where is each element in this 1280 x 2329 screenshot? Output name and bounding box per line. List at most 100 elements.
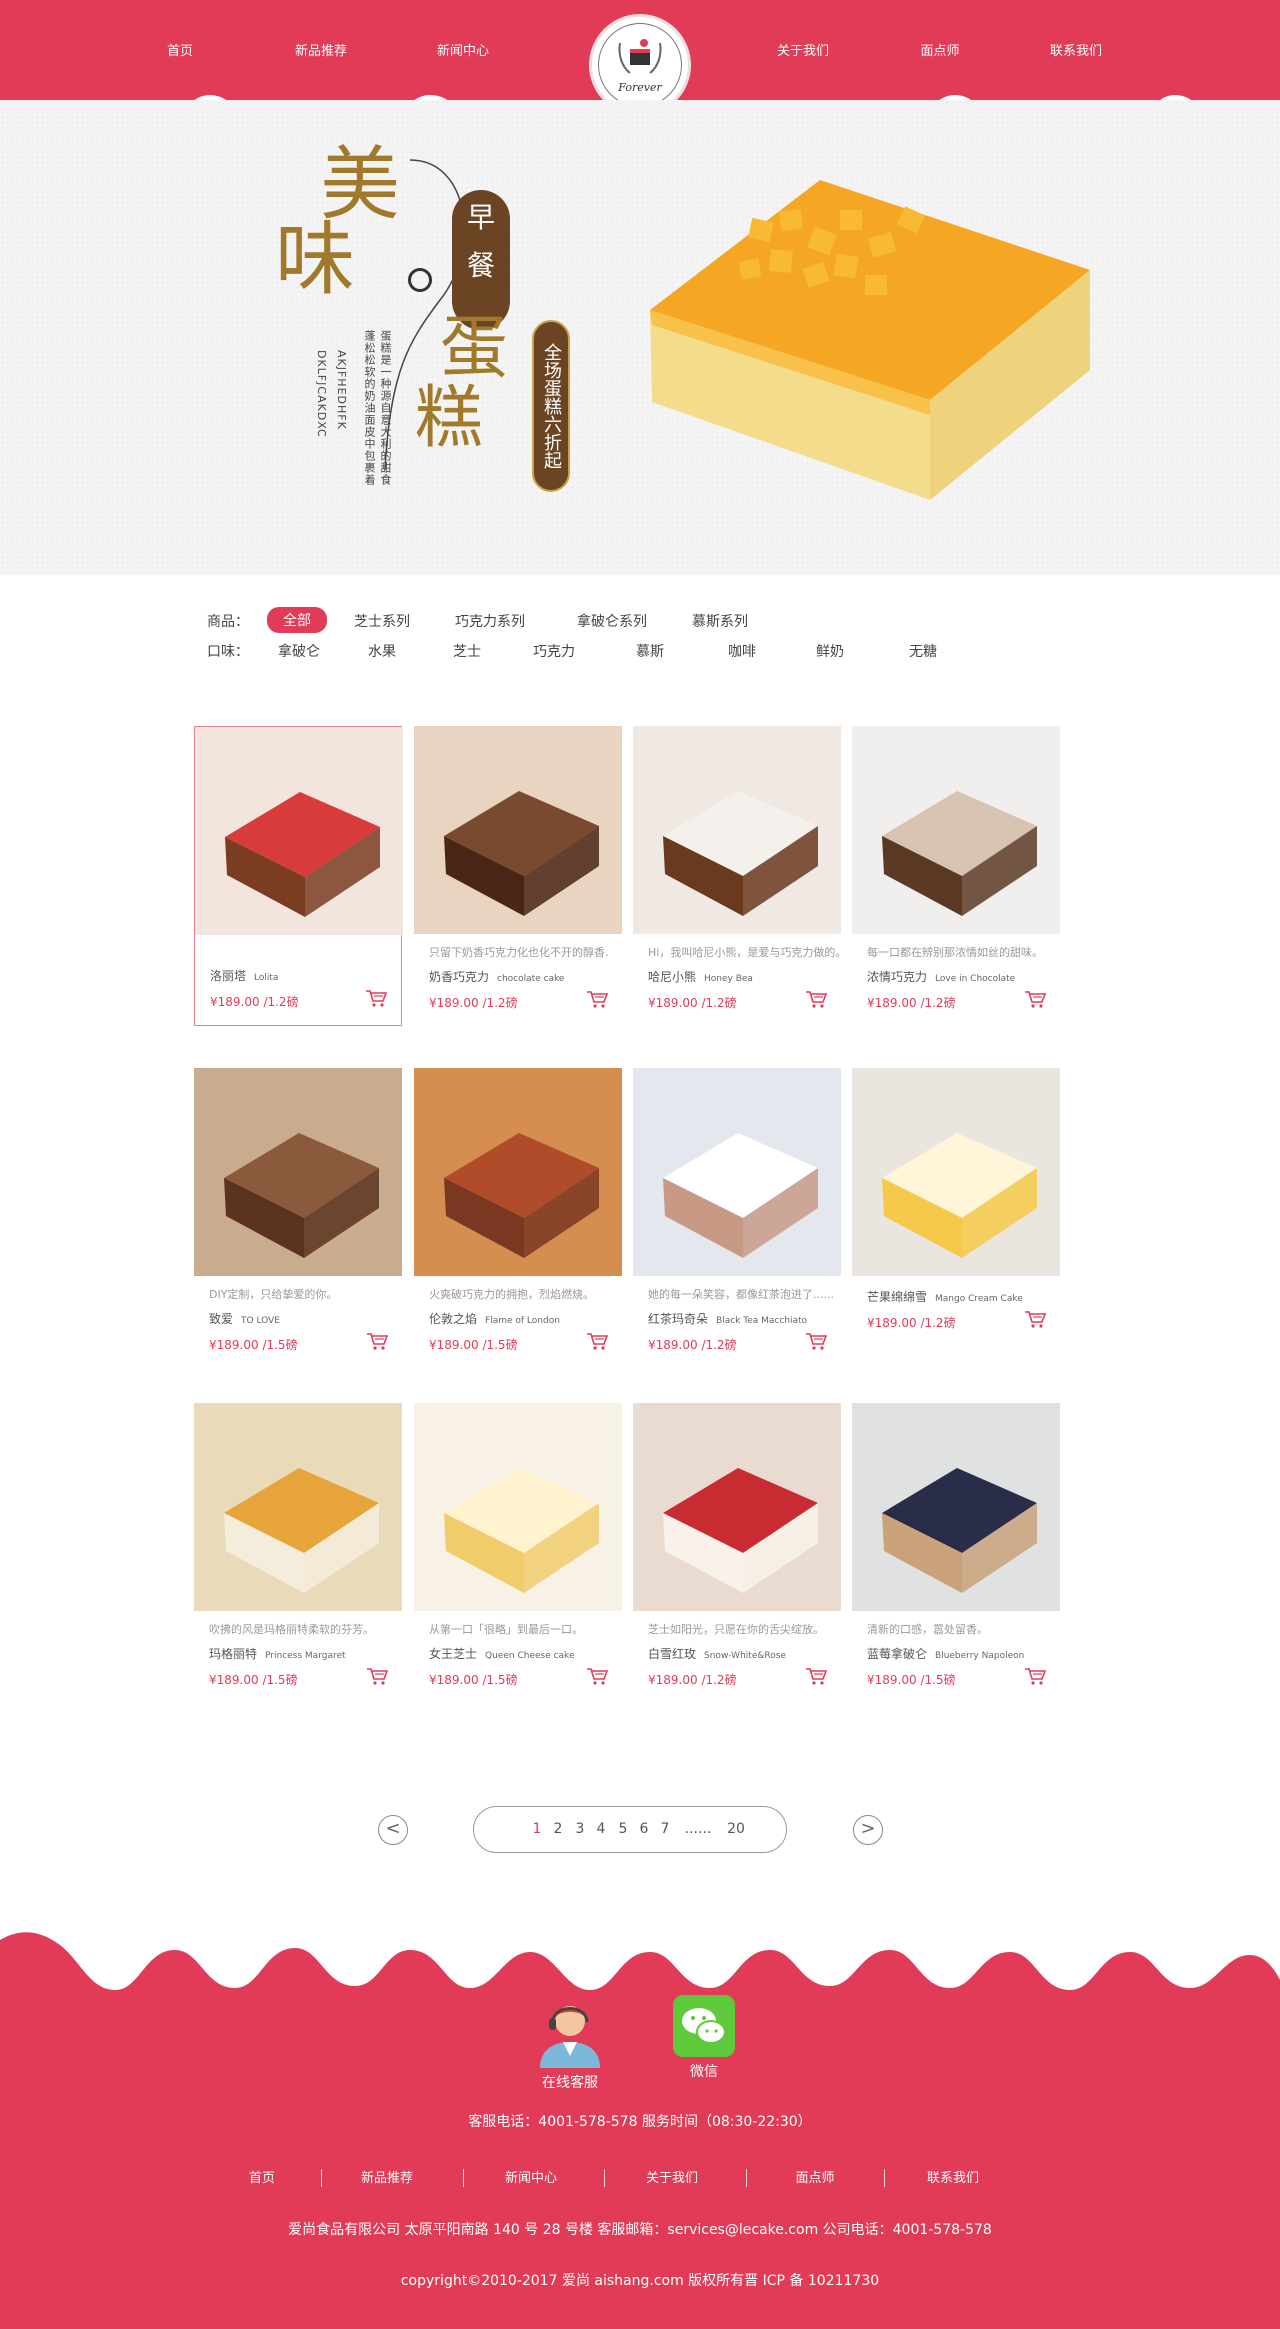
product-name-en: Lolita [254,973,279,983]
product-image[interactable] [414,726,622,934]
product-card[interactable]: 只留下奶香巧克力化也化不开的醇香. 奶香巧克力 chocolate cake ¥189… [414,726,622,1014]
cake-illustration [852,1068,1060,1276]
footer-nav-home[interactable]: 首页 [249,2167,275,2186]
cart-icon[interactable] [1024,990,1047,1008]
service-phone-line: 客服电话：4001-578-578 服务时间（08:30-22:30） [468,2114,812,2130]
taste-filter-napoleon[interactable]: 拿破仑 [278,641,320,661]
product-name[interactable]: 伦敦之焰 Flame of London [429,1310,560,1327]
taste-filter-coffee[interactable]: 咖啡 [728,641,756,661]
product-name-cn: 浓情巧克力 [867,970,928,984]
goods-filter-mousse[interactable]: 慕斯系列 [692,611,748,631]
online-service[interactable]: 在线客服 [530,1994,610,2092]
customer-service-icon [540,2006,600,2068]
cart-icon[interactable] [586,990,609,1008]
goods-filter-all[interactable]: 全部 [267,607,327,633]
page-20[interactable]: 20 [727,1821,745,1837]
cart-icon[interactable] [365,989,388,1007]
prev-page-button[interactable]: < [378,1815,408,1845]
cake-illustration [194,1403,402,1611]
page-1[interactable]: 1 [533,1821,542,1837]
product-image[interactable] [414,1068,622,1276]
cart-icon[interactable] [366,1667,389,1685]
product-card[interactable]: DIY定制，只给挚爱的你。 致爱 TO LOVE ¥189.00 /1.5磅 [194,1068,402,1356]
footer-nav-about[interactable]: 关于我们 [646,2167,698,2186]
next-page-button[interactable]: > [853,1815,883,1845]
product-image[interactable] [633,1403,841,1611]
taste-filter-chocolate[interactable]: 巧克力 [533,641,575,661]
cart-icon[interactable] [805,1667,828,1685]
nav-contact[interactable]: 联系我们 [1050,40,1102,59]
cake-logo-icon [618,39,662,74]
banner-char-gao: 糕 [415,379,484,458]
breakfast-char-1: 早 [466,201,495,234]
nav-new-products[interactable]: 新品推荐 [295,40,347,59]
product-name-cn: 白雪红玫 [648,1647,697,1661]
product-image[interactable] [414,1403,622,1611]
product-image[interactable] [194,1068,402,1276]
cake-illustration [414,1068,622,1276]
goods-filter-napoleon[interactable]: 拿破仑系列 [577,611,647,631]
product-name-en: Blueberry Napoleon [935,1651,1025,1661]
goods-filter-chocolate[interactable]: 巧克力系列 [455,611,525,631]
page-3[interactable]: 3 [576,1821,585,1837]
cart-icon[interactable] [805,1332,828,1350]
cart-icon[interactable] [1024,1667,1047,1685]
product-card[interactable]: 她的每一朵笑容，都像红茶泡进了...... 红茶玛奇朵 Black Tea Macc… [633,1068,841,1356]
cart-icon[interactable] [586,1667,609,1685]
product-image[interactable] [194,1403,402,1611]
product-name[interactable]: 玛格丽特 Princess Margaret [209,1645,346,1662]
footer-nav-news[interactable]: 新闻中心 [505,2167,557,2186]
product-card[interactable]: 吹拂的风是玛格丽特柔软的芬芳。 玛格丽特 Princess Margaret ¥189… [194,1403,402,1691]
wechat[interactable]: 微信 [664,1995,744,2081]
page-4[interactable]: 4 [597,1821,606,1837]
cart-icon[interactable] [1024,1310,1047,1328]
cart-icon[interactable] [805,990,828,1008]
page-5[interactable]: 5 [619,1821,628,1837]
footer-nav-pastry-chef[interactable]: 面点师 [795,2167,834,2186]
product-card[interactable]: 芝士如阳光，只愿在你的舌尖绽放。 白雪红玫 Snow-White&Rose ¥189.… [633,1403,841,1691]
page-2[interactable]: 2 [554,1821,563,1837]
product-image[interactable] [195,727,403,935]
product-image[interactable] [852,1403,1060,1611]
product-name-cn: 女王芝士 [429,1647,478,1661]
product-name[interactable]: 白雪红玫 Snow-White&Rose [648,1645,786,1662]
product-name[interactable]: 红茶玛奇朵 Black Tea Macchiato [648,1310,807,1327]
cart-icon[interactable] [586,1332,609,1350]
footer-nav-contact[interactable]: 联系我们 [927,2167,979,2186]
nav-pastry-chef[interactable]: 面点师 [920,40,959,59]
product-name[interactable]: 哈尼小熊 Honey Bea [648,968,753,985]
page-6[interactable]: 6 [640,1821,649,1837]
cart-icon[interactable] [366,1332,389,1350]
taste-filter-mousse[interactable]: 慕斯 [636,641,664,661]
product-card[interactable]: 清新的口感，嚣处留香。 蓝莓拿破仑 Blueberry Napoleon ¥189.0… [852,1403,1060,1691]
nav-news[interactable]: 新闻中心 [437,40,489,59]
nav-home[interactable]: 首页 [167,40,193,59]
product-image[interactable] [633,1068,841,1276]
breakfast-char-2: 餐 [466,249,495,282]
footer-nav-new-products[interactable]: 新品推荐 [361,2167,413,2186]
taste-filter-cheese[interactable]: 芝士 [453,641,481,661]
cake-illustration [414,1403,622,1611]
product-image[interactable] [852,726,1060,934]
product-image[interactable] [852,1068,1060,1276]
product-card[interactable]: 从第一口「很略」到最后一口。 女王芝士 Queen Cheese cake ¥189.… [414,1403,622,1691]
taste-filter-fruit[interactable]: 水果 [368,641,396,661]
product-name[interactable]: 致爱 TO LOVE [209,1310,280,1327]
product-name[interactable]: 女王芝士 Queen Cheese cake [429,1645,574,1662]
taste-filter-sugar-free[interactable]: 无糖 [909,641,937,661]
nav-about[interactable]: 关于我们 [777,40,829,59]
product-name[interactable]: 洛丽塔 Lolita [210,967,278,984]
taste-filter-milk[interactable]: 鲜奶 [816,641,844,661]
goods-filter-cheese[interactable]: 芝士系列 [354,611,410,631]
product-card[interactable]: 每一口都在辨别那浓情如丝的甜味。 浓情巧克力 Love in Chocolate ¥1… [852,726,1060,1014]
product-card[interactable]: 洛丽塔 Lolita ¥189.00 /1.2磅 [194,726,403,1026]
product-name[interactable]: 奶香巧克力 chocolate cake [429,968,564,985]
product-card[interactable]: Hi，我叫哈尼小熊，是爱与巧克力做的。 哈尼小熊 Honey Bea ¥189.00 … [633,726,846,1014]
product-name[interactable]: 浓情巧克力 Love in Chocolate [867,968,1015,985]
product-card[interactable]: 火爽破巧克力的拥抱，烈焰燃烧。 伦敦之焰 Flame of London ¥189.0… [414,1068,622,1356]
page-7[interactable]: 7 [661,1821,670,1837]
product-name[interactable]: 芒果绵绵雪 Mango Cream Cake [867,1288,1023,1305]
product-name[interactable]: 蓝莓拿破仑 Blueberry Napoleon [867,1645,1024,1662]
product-card[interactable]: 芒果绵绵雪 Mango Cream Cake ¥189.00 /1.2磅 [852,1068,1060,1356]
product-image[interactable] [633,726,841,934]
